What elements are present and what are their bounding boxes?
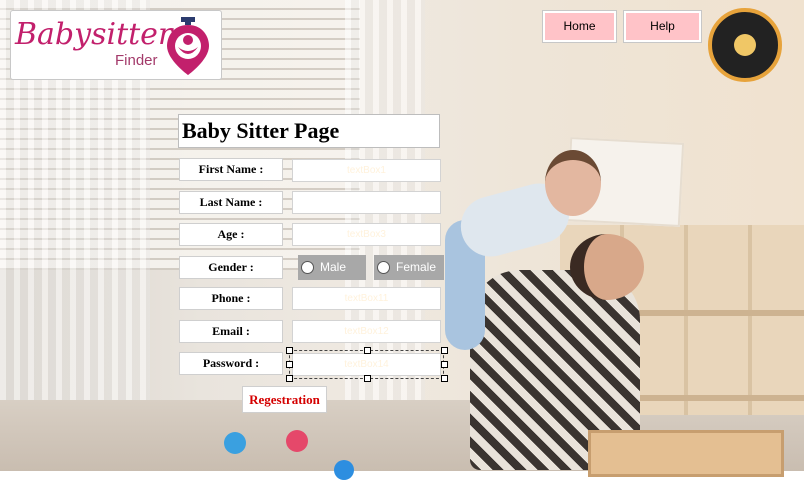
resize-handle[interactable] [364, 375, 371, 382]
app-logo: Babysitter Finder [10, 10, 222, 80]
gender-female-label: Female [396, 260, 437, 274]
first-name-input[interactable]: textBox1 [292, 159, 441, 182]
home-button[interactable]: Home [542, 10, 617, 43]
gender-male-radio[interactable]: Male [298, 255, 366, 280]
age-input[interactable]: textBox3 [292, 223, 441, 246]
gender-male-label: Male [320, 260, 347, 274]
wall-clock [708, 8, 782, 82]
password-label: Password : [179, 352, 283, 375]
resize-handle[interactable] [286, 347, 293, 354]
email-input[interactable]: textBox12 [292, 320, 441, 343]
resize-handle[interactable] [441, 375, 448, 382]
logo-name: Babysitter [15, 17, 173, 52]
phone-label: Phone : [179, 287, 283, 310]
radio-circle-icon [301, 261, 314, 274]
gender-female-radio[interactable]: Female [374, 255, 444, 280]
page-title: Baby Sitter Page [178, 114, 440, 148]
help-button[interactable]: Help [623, 10, 702, 43]
last-name-input[interactable] [292, 191, 441, 214]
toy-ball [224, 432, 246, 454]
resize-handle[interactable] [286, 361, 293, 368]
baby-head [545, 150, 601, 216]
last-name-label: Last Name : [179, 191, 283, 214]
gender-label: Gender : [179, 256, 283, 279]
age-label: Age : [179, 223, 283, 246]
toy-ball [334, 460, 354, 480]
resize-handle[interactable] [364, 347, 371, 354]
resize-handle[interactable] [286, 375, 293, 382]
email-label: Email : [179, 320, 283, 343]
resize-handle[interactable] [441, 347, 448, 354]
toy-ball [286, 430, 308, 452]
baby-figure [440, 150, 610, 350]
radio-circle-icon [377, 261, 390, 274]
phone-input[interactable]: textBox11 [292, 287, 441, 310]
toy-box [588, 430, 784, 477]
logo-pin-icon [167, 17, 209, 75]
resize-handle[interactable] [441, 361, 448, 368]
logo-subtitle: Finder [115, 52, 158, 69]
registration-button[interactable]: Regestration [242, 386, 327, 413]
first-name-label: First Name : [179, 158, 283, 181]
